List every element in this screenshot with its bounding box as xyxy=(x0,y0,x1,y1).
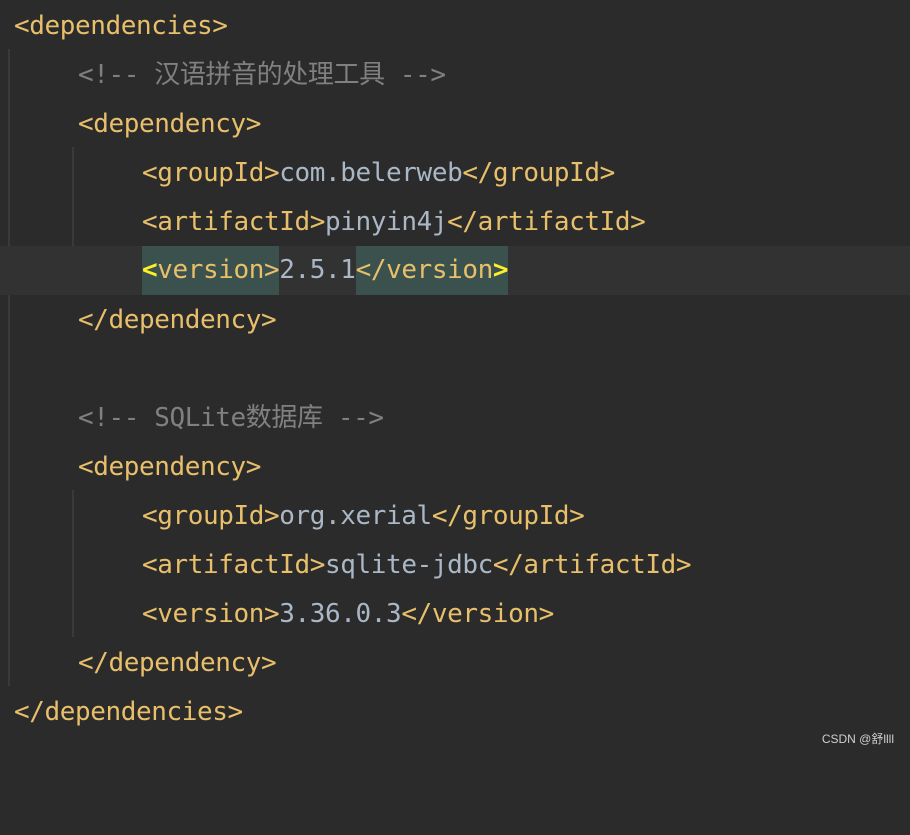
tag-match-highlight: </version> xyxy=(355,246,509,295)
xml-value: sqlite-jdbc xyxy=(325,550,493,580)
code-line[interactable]: <dependencies> xyxy=(0,2,910,51)
xml-open-tag: <artifactId> xyxy=(142,550,326,580)
xml-element: <groupId>com.belerweb</groupId> xyxy=(142,149,615,198)
code-line[interactable]: </dependency> xyxy=(0,639,910,688)
xml-tag: </dependencies> xyxy=(14,697,243,727)
xml-tag: <dependency> xyxy=(78,452,262,482)
code-line[interactable]: <version>3.36.0.3</version> xyxy=(0,590,910,639)
xml-tag: <dependencies> xyxy=(14,11,228,41)
xml-element: <groupId>org.xerial</groupId> xyxy=(142,492,585,541)
xml-open-tag: <artifactId> xyxy=(142,207,326,237)
xml-close-tag: </artifactId> xyxy=(447,207,646,237)
code-editor[interactable]: <dependencies> <!-- 汉语拼音的处理工具 --> <depen… xyxy=(0,0,910,755)
xml-comment: <!-- 汉语拼音的处理工具 --> xyxy=(78,60,446,90)
code-line[interactable]: </dependency> xyxy=(0,296,910,345)
xml-close-tag: </version xyxy=(355,255,494,285)
matched-bracket: < xyxy=(142,255,158,285)
xml-tag: </dependency> xyxy=(78,305,277,335)
xml-open-tag: version> xyxy=(157,255,280,285)
xml-element: <artifactId>sqlite-jdbc</artifactId> xyxy=(142,541,692,590)
xml-close-tag: </groupId> xyxy=(462,158,615,188)
watermark: CSDN @舒llll xyxy=(821,732,894,746)
xml-close-tag: </groupId> xyxy=(431,501,585,531)
xml-open-tag: <version> xyxy=(142,599,280,629)
code-line[interactable] xyxy=(0,345,910,394)
xml-value: 3.36.0.3 xyxy=(279,599,402,629)
xml-value: pinyin4j xyxy=(325,207,448,237)
code-line[interactable]: </dependencies> xyxy=(0,688,910,737)
xml-close-tag: </version> xyxy=(401,599,554,629)
xml-close-tag: </artifactId> xyxy=(492,550,692,580)
xml-comment: <!-- SQLite数据库 --> xyxy=(78,403,384,433)
xml-tag: <dependency> xyxy=(78,109,262,139)
xml-value: org.xerial xyxy=(279,501,432,531)
xml-value: com.belerweb xyxy=(279,158,463,188)
xml-open-tag: <groupId> xyxy=(142,158,280,188)
code-line[interactable]: <!-- 汉语拼音的处理工具 --> xyxy=(0,51,910,100)
xml-element: <version>2.5.1</version> xyxy=(142,246,509,295)
tag-match-highlight: <version> xyxy=(142,246,280,295)
code-line[interactable]: <dependency> xyxy=(0,443,910,492)
xml-open-tag: <groupId> xyxy=(142,501,280,531)
xml-element: <artifactId>pinyin4j</artifactId> xyxy=(142,198,646,247)
current-code-line[interactable]: <version>2.5.1</version> xyxy=(0,246,910,295)
xml-tag: </dependency> xyxy=(78,648,277,678)
code-line[interactable]: <artifactId>sqlite-jdbc</artifactId> xyxy=(0,541,910,590)
code-line[interactable]: <groupId>com.belerweb</groupId> xyxy=(0,149,910,198)
xml-value: 2.5.1 xyxy=(279,255,356,285)
code-line[interactable]: <dependency> xyxy=(0,100,910,149)
code-line[interactable]: <artifactId>pinyin4j</artifactId> xyxy=(0,198,910,247)
xml-element: <version>3.36.0.3</version> xyxy=(142,590,554,639)
code-line[interactable]: <groupId>org.xerial</groupId> xyxy=(0,492,910,541)
code-line[interactable]: <!-- SQLite数据库 --> xyxy=(0,394,910,443)
matched-bracket: > xyxy=(492,255,509,285)
